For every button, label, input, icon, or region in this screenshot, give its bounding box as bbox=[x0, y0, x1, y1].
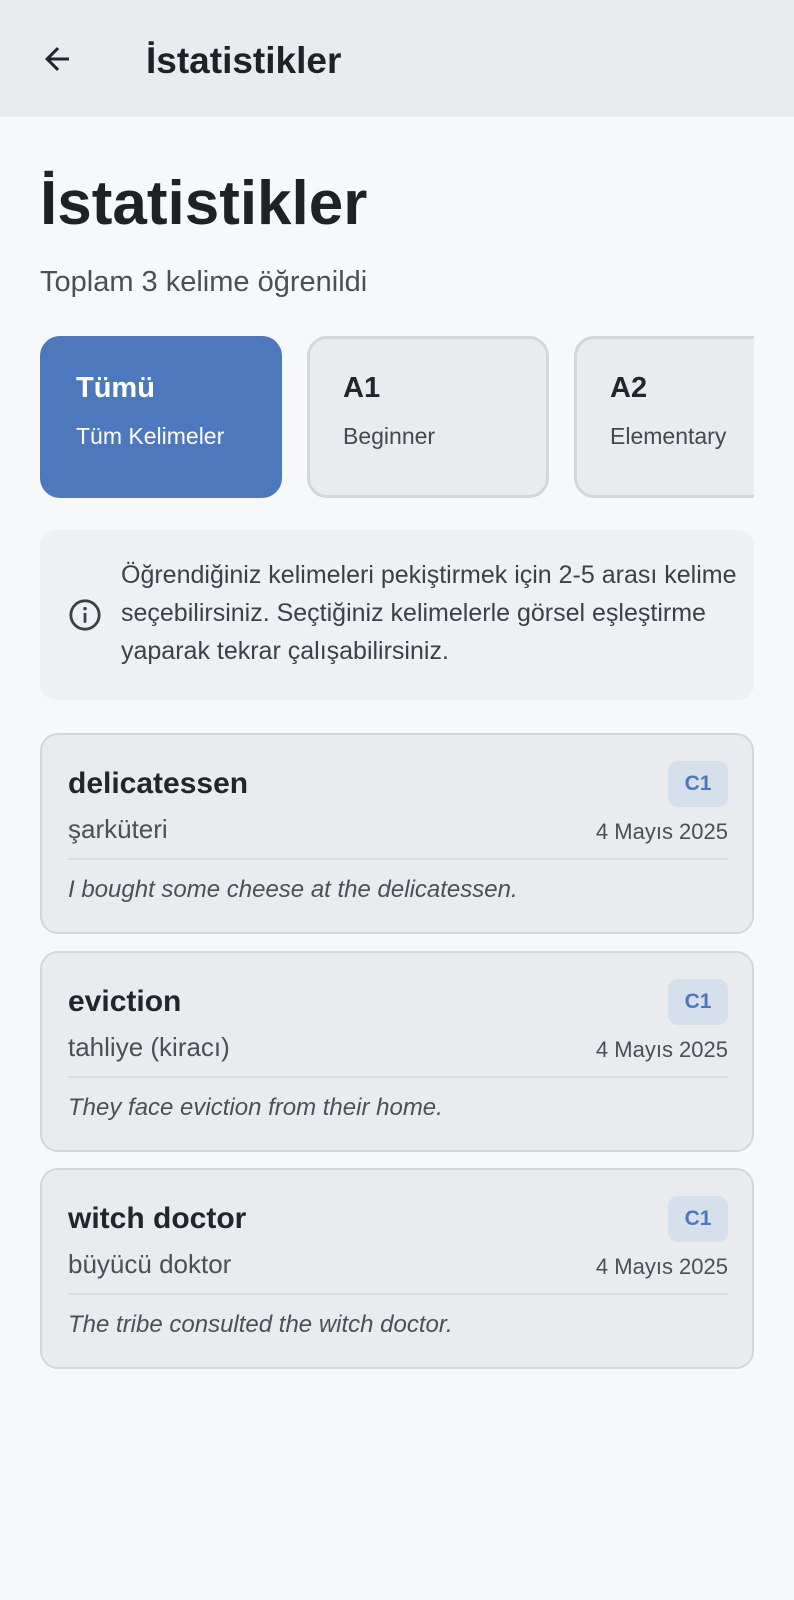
word-date: 4 Mayıs 2025 bbox=[595, 819, 728, 844]
word-example: I bought some cheese at the delicatessen… bbox=[68, 876, 518, 903]
info-box: Öğrendiğiniz kelimeleri pekiştirmek için… bbox=[40, 530, 754, 700]
info-icon bbox=[69, 599, 101, 631]
word-title: witch doctor bbox=[68, 1202, 247, 1235]
divider bbox=[68, 858, 728, 860]
back-button[interactable] bbox=[30, 32, 84, 86]
level-description: Elementary bbox=[610, 423, 727, 449]
divider bbox=[68, 1293, 728, 1295]
app-bar-title: İstatistikler bbox=[146, 40, 342, 81]
info-text: Öğrendiğiniz kelimeleri pekiştirmek için… bbox=[121, 561, 737, 665]
level-filter-list: Tümü Tüm Kelimeler A1 Beginner A2 Elemen… bbox=[40, 336, 754, 500]
level-name: A1 bbox=[343, 372, 381, 404]
word-card[interactable]: eviction C1 tahliye (kiracı) 4 Mayıs 202… bbox=[40, 951, 754, 1152]
word-card[interactable]: delicatessen C1 şarküteri 4 Mayıs 2025 I… bbox=[40, 733, 754, 934]
level-badge: C1 bbox=[668, 761, 728, 807]
level-description: Tüm Kelimeler bbox=[76, 423, 225, 449]
page-title: İstatistikler bbox=[40, 169, 368, 238]
level-filter-a2[interactable]: A2 Elementary bbox=[574, 336, 754, 498]
level-filter-a1[interactable]: A1 Beginner bbox=[307, 336, 549, 498]
word-meaning: büyücü doktor bbox=[68, 1249, 232, 1279]
word-title: delicatessen bbox=[68, 767, 249, 800]
level-badge: C1 bbox=[668, 1196, 728, 1242]
word-date: 4 Mayıs 2025 bbox=[595, 1037, 728, 1062]
level-filter-all[interactable]: Tümü Tüm Kelimeler bbox=[40, 336, 282, 498]
app-bar: İstatistikler bbox=[0, 0, 794, 117]
word-title: eviction bbox=[68, 985, 182, 1018]
word-card[interactable]: witch doctor C1 büyücü doktor 4 Mayıs 20… bbox=[40, 1168, 754, 1369]
divider bbox=[68, 1076, 728, 1078]
level-name: Tümü bbox=[76, 372, 155, 404]
arrow-back-icon bbox=[45, 47, 69, 71]
level-name: A2 bbox=[610, 372, 648, 404]
level-badge: C1 bbox=[668, 979, 728, 1025]
word-example: They face eviction from their home. bbox=[68, 1094, 443, 1121]
word-example: The tribe consulted the witch doctor. bbox=[68, 1311, 453, 1338]
word-meaning: tahliye (kiracı) bbox=[68, 1032, 230, 1062]
level-description: Beginner bbox=[343, 423, 436, 449]
word-date: 4 Mayıs 2025 bbox=[595, 1254, 728, 1279]
learned-count-text: Toplam 3 kelime öğrenildi bbox=[40, 266, 368, 298]
word-meaning: şarküteri bbox=[68, 814, 168, 844]
